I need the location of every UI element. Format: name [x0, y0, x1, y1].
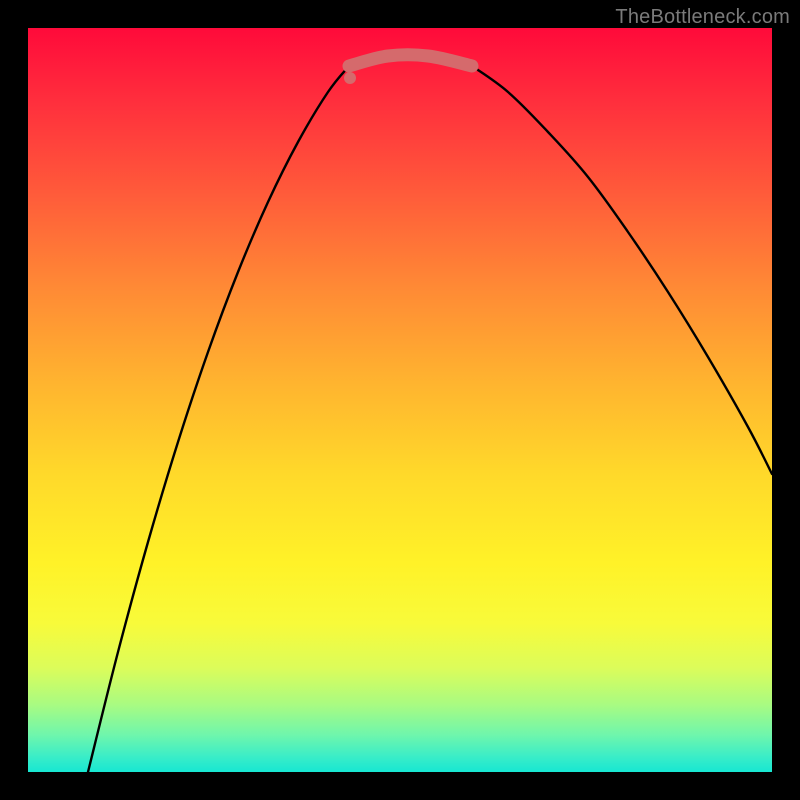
right-curve — [472, 66, 772, 474]
plot-svg — [28, 28, 772, 772]
flat-start-dot — [344, 72, 356, 84]
chart-area — [28, 28, 772, 772]
watermark-text: TheBottleneck.com — [615, 6, 790, 29]
flat-segment — [349, 55, 472, 66]
left-curve — [88, 66, 349, 772]
